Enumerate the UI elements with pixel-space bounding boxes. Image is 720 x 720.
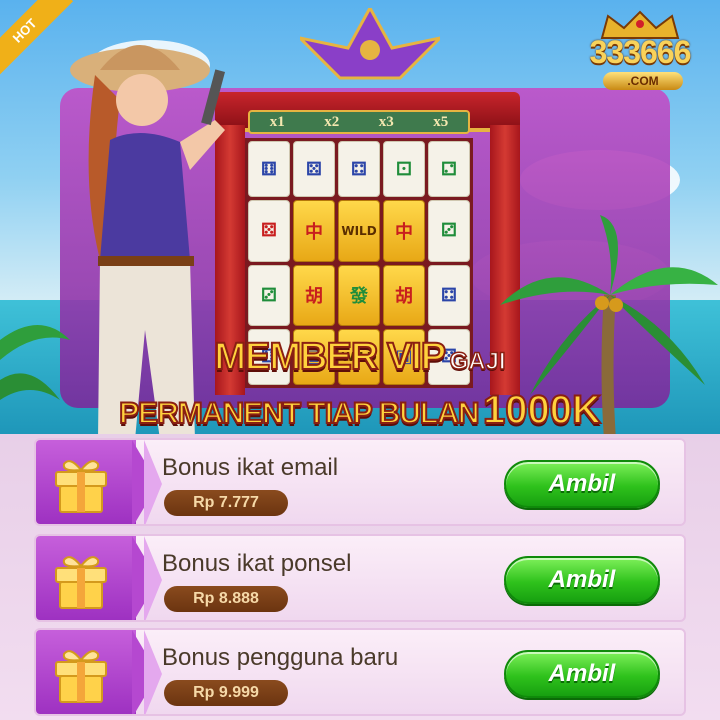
gift-box-icon: [55, 460, 107, 513]
bonus-title: Bonus ikat email: [162, 454, 339, 481]
logo-domain: .COM: [603, 72, 683, 90]
headline-amount: 1000K: [482, 387, 602, 433]
bonus-card-email: Bonus ikat email Rp 7.777 Ambil: [34, 438, 686, 526]
ambil-button[interactable]: Ambil: [504, 650, 660, 698]
headline-permanent-text: PERMANENT TIAP BULAN: [118, 396, 480, 431]
mahjong-tile-gold: 胡: [293, 264, 335, 326]
multiplier-label: x3: [378, 113, 394, 130]
bonus-card-new-user: Bonus pengguna baru Rp 9.999 Ambil: [34, 628, 686, 716]
bonus-list: Bonus ikat email Rp 7.777 Ambil Bonus ik…: [0, 434, 720, 720]
temple-crown-ornament: [300, 8, 440, 80]
mahjong-tile: ⚅: [248, 141, 290, 198]
mahjong-tile: ⚂: [248, 264, 290, 326]
wild-tile: WILD: [338, 200, 380, 262]
multiplier-label: x2: [324, 113, 340, 130]
mahjong-tile: ⚂: [428, 200, 470, 262]
mahjong-tile-gold: 中: [383, 200, 425, 262]
gift-block: [36, 630, 136, 714]
mahjong-tile: ⚄: [248, 200, 290, 262]
mahjong-tile: ⚀: [383, 141, 425, 198]
gift-block: [36, 440, 136, 524]
bonus-amount-pill: Rp 7.777: [164, 490, 288, 516]
chevron-decoration: [144, 536, 162, 620]
ambil-button[interactable]: Ambil: [504, 556, 660, 604]
headline-gaji: GAJI: [449, 347, 507, 376]
mahjong-tile: ⚃: [338, 141, 380, 198]
mahjong-tile-gold: 中: [293, 200, 335, 262]
multiplier-label: x1: [269, 113, 285, 130]
bonus-card-phone: Bonus ikat ponsel Rp 8.888 Ambil: [34, 534, 686, 622]
wild-label: WILD: [341, 223, 377, 238]
bonus-title: Bonus ikat ponsel: [162, 550, 352, 577]
promo-banner: x1 x2 x3 x5 ⚅ ⚄ ⚃ ⚀ ⚁ ⚄ 中 WILD 中 ⚂ ⚂ 胡 發…: [0, 0, 720, 440]
bonus-amount-pill: Rp 9.999: [164, 680, 288, 706]
gift-block: [36, 536, 136, 620]
headline-line-1: MEMBER VIP GAJI: [0, 335, 720, 379]
gift-box-icon: [55, 556, 107, 609]
chevron-decoration: [144, 630, 162, 714]
mahjong-tile: ⚄: [293, 141, 335, 198]
bonus-amount-pill: Rp 8.888: [164, 586, 288, 612]
gift-box-icon: [55, 650, 107, 703]
mahjong-tile-gold: 胡: [383, 264, 425, 326]
mahjong-tile: ⚃: [428, 264, 470, 326]
chevron-decoration: [144, 440, 162, 524]
site-logo: 333666 .COM: [565, 10, 715, 92]
logo-number: 333666: [589, 34, 692, 70]
ambil-button[interactable]: Ambil: [504, 460, 660, 508]
multiplier-label: x5: [433, 113, 449, 130]
bonus-title: Bonus pengguna baru: [162, 644, 399, 671]
mahjong-tile-gold: 發: [338, 264, 380, 326]
mahjong-tile: ⚁: [428, 141, 470, 198]
multiplier-bar: x1 x2 x3 x5: [248, 110, 470, 134]
headline-member-vip: MEMBER VIP: [213, 335, 447, 379]
headline-line-2: PERMANENT TIAP BULAN 1000K: [0, 387, 720, 433]
